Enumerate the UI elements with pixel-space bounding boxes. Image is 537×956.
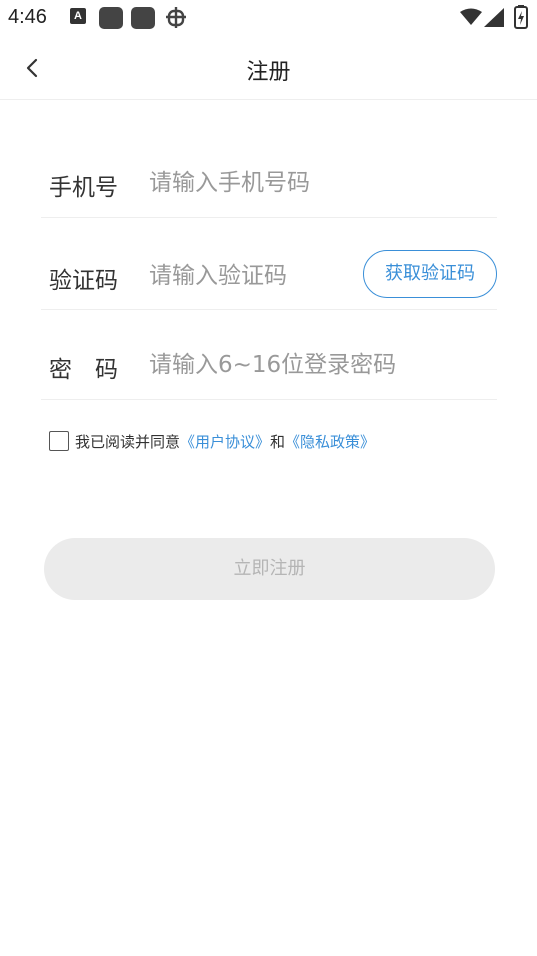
battery-charging-icon (514, 5, 528, 29)
agreement-and: 和 (270, 432, 286, 451)
password-row: 密 码 (41, 320, 497, 400)
agreement-prefix: 我已阅读并同意 (75, 432, 181, 451)
privacy-policy-link[interactable]: 《隐私政策》 (285, 431, 375, 452)
nav-bar: 注册 (0, 36, 537, 100)
code-row: 验证码 获取验证码 (41, 228, 497, 310)
agreement-row: 我已阅读并同意 《用户协议》 和 《隐私政策》 (49, 430, 375, 452)
user-agreement-link[interactable]: 《用户协议》 (180, 431, 270, 452)
get-code-button[interactable]: 获取验证码 (363, 250, 497, 298)
phone-row: 手机号 (41, 138, 497, 218)
phone-input[interactable] (149, 165, 449, 201)
wifi-icon (460, 8, 482, 25)
register-button[interactable]: 立即注册 (44, 538, 495, 600)
status-bar: 4:46 A (0, 0, 537, 36)
agreement-checkbox[interactable] (49, 431, 69, 451)
password-label: 密 码 (49, 357, 118, 383)
status-time: 4:46 (8, 6, 47, 28)
code-label: 验证码 (49, 268, 118, 294)
code-input[interactable] (149, 258, 349, 294)
a-icon: A (70, 8, 86, 24)
signal-icon (484, 8, 504, 27)
phone-label: 手机号 (49, 175, 118, 201)
bug-icon (166, 7, 186, 28)
password-input[interactable] (149, 347, 449, 383)
page-title: 注册 (246, 60, 291, 85)
app-square-icon (99, 7, 123, 29)
app-square-icon (131, 7, 155, 29)
